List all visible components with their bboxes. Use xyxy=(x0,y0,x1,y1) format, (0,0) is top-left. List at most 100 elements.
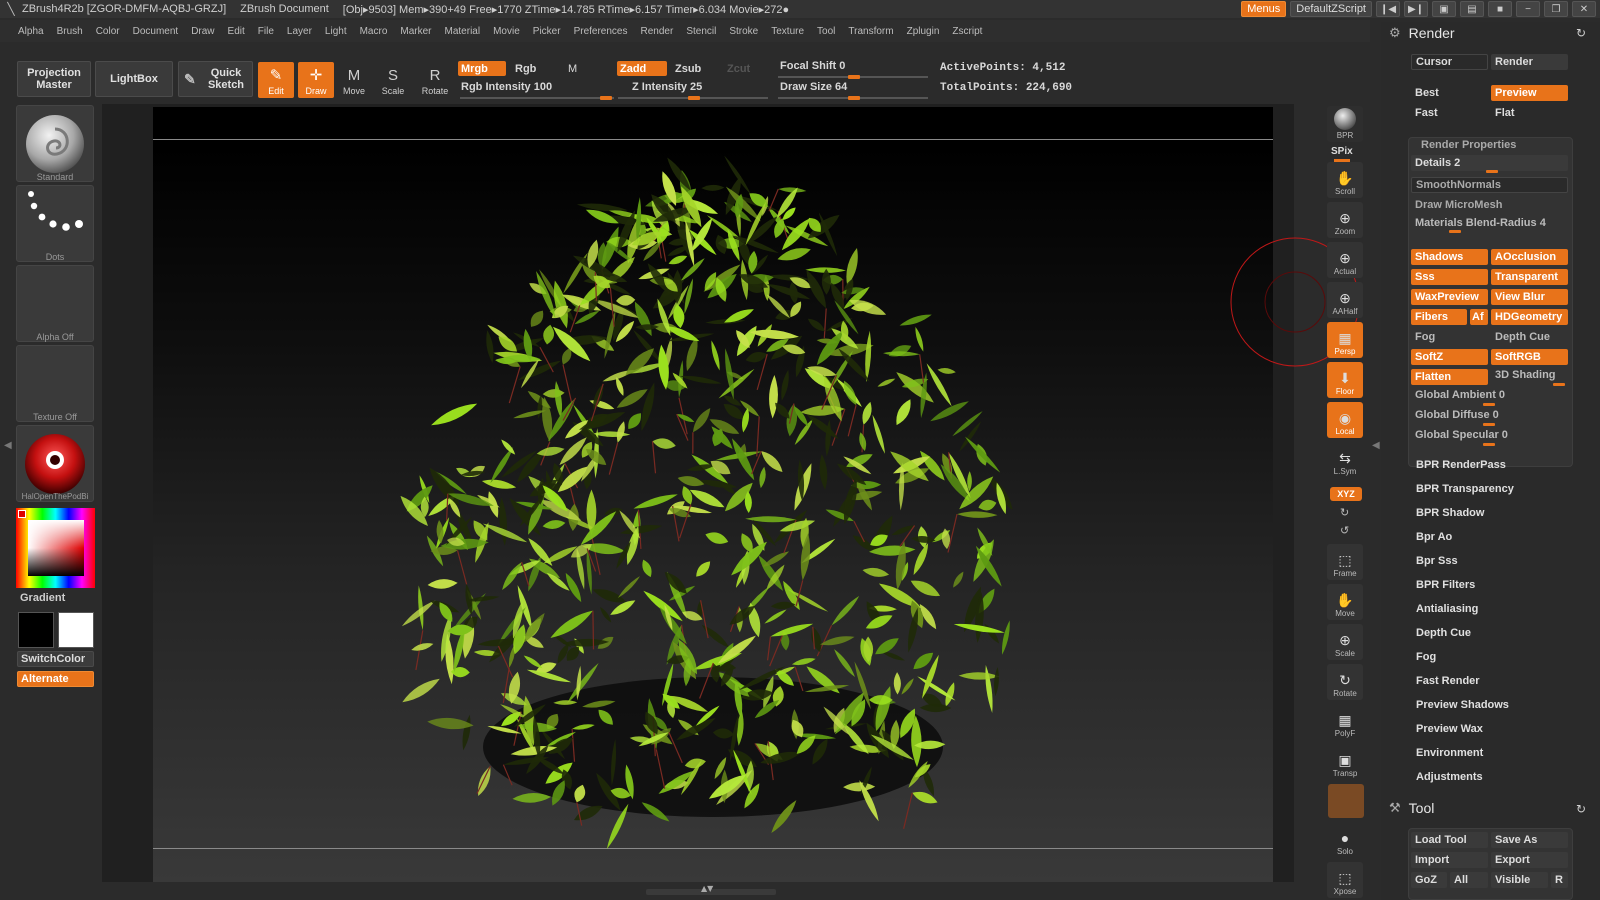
rotate-view-button[interactable]: ↻ Rotate xyxy=(1327,664,1363,700)
color-picker-square[interactable] xyxy=(28,520,84,576)
z-intensity-slider[interactable]: Z Intensity 25 xyxy=(632,81,702,93)
aahalf-button[interactable]: ⊕ AAHalf xyxy=(1327,282,1363,318)
menu-picker[interactable]: Picker xyxy=(533,26,561,37)
draw-mode-button[interactable]: ✛ Draw xyxy=(298,62,334,98)
smooth-normals-toggle[interactable]: SmoothNormals xyxy=(1411,177,1568,193)
menu-transform[interactable]: Transform xyxy=(848,26,893,37)
menu-file[interactable]: File xyxy=(258,26,274,37)
bottom-shelf-handle[interactable]: ▲▼ xyxy=(646,884,776,895)
global-ambient-slider[interactable]: Global Ambient 0 xyxy=(1411,387,1568,403)
edit-mode-button[interactable]: ✎ Edit xyxy=(258,62,294,98)
perspective-button[interactable]: ▦ Persp xyxy=(1327,322,1363,358)
layout-a-icon[interactable]: ▣ xyxy=(1432,1,1456,17)
goz-r-button[interactable]: R xyxy=(1551,872,1568,888)
softz-toggle[interactable]: SoftZ xyxy=(1411,349,1488,365)
hide-panel-right-icon[interactable]: ▶❙ xyxy=(1404,1,1428,17)
subpalette-fog[interactable]: Fog xyxy=(1416,651,1436,663)
aocclusion-toggle[interactable]: AOcclusion xyxy=(1491,249,1568,265)
menu-stroke[interactable]: Stroke xyxy=(729,26,758,37)
tool-refresh-icon[interactable]: ↻ xyxy=(1576,802,1586,816)
best-render-button[interactable]: Best xyxy=(1411,85,1488,101)
mrgb-toggle[interactable]: Mrgb xyxy=(458,61,506,76)
fog-toggle[interactable]: Fog xyxy=(1411,329,1488,345)
subpalette-bpr-shadow[interactable]: BPR Shadow xyxy=(1416,507,1484,519)
af-toggle[interactable]: Af xyxy=(1470,309,1488,325)
cursor-button[interactable]: Cursor xyxy=(1411,54,1488,70)
menu-zscript[interactable]: Zscript xyxy=(952,26,982,37)
menu-color[interactable]: Color xyxy=(96,26,120,37)
subpalette-environment[interactable]: Environment xyxy=(1416,747,1483,759)
menu-material[interactable]: Material xyxy=(445,26,481,37)
global-specular-knob[interactable] xyxy=(1483,443,1495,446)
details-knob[interactable] xyxy=(1486,170,1498,173)
global-specular-slider[interactable]: Global Specular 0 xyxy=(1411,427,1568,443)
subpalette-preview-wax[interactable]: Preview Wax xyxy=(1416,723,1483,735)
menu-light[interactable]: Light xyxy=(325,26,347,37)
load-tool-button[interactable]: Load Tool xyxy=(1411,832,1488,848)
menu-zplugin[interactable]: Zplugin xyxy=(907,26,940,37)
m-toggle[interactable]: M xyxy=(565,61,580,76)
move-view-button[interactable]: ✋ Move xyxy=(1327,584,1363,620)
goz-visible-button[interactable]: Visible xyxy=(1491,872,1548,888)
alternate-button[interactable]: Alternate xyxy=(17,671,94,687)
save-as-button[interactable]: Save As xyxy=(1491,832,1568,848)
move-mode-button[interactable]: M Move xyxy=(336,62,372,98)
rotate-mode-button[interactable]: R Rotate xyxy=(417,62,453,98)
waxpreview-toggle[interactable]: WaxPreview xyxy=(1411,289,1488,305)
scale-mode-button[interactable]: S Scale xyxy=(375,62,411,98)
subpalette-depth-cue[interactable]: Depth Cue xyxy=(1416,627,1471,639)
left-collapse-icon[interactable]: ◀ xyxy=(4,440,12,464)
draw-size-slider[interactable]: Draw Size 64 xyxy=(780,81,847,93)
menu-brush[interactable]: Brush xyxy=(57,26,83,37)
view-blur-toggle[interactable]: View Blur xyxy=(1491,289,1568,305)
menu-render[interactable]: Render xyxy=(641,26,674,37)
flat-render-button[interactable]: Flat xyxy=(1491,105,1568,121)
details-slider[interactable]: Details 2 xyxy=(1411,155,1568,171)
restore-icon[interactable]: ❐ xyxy=(1544,1,1568,17)
primary-color-swatch[interactable] xyxy=(58,612,94,648)
brush-selector[interactable] xyxy=(16,105,94,182)
layout-b-icon[interactable]: ▤ xyxy=(1460,1,1484,17)
right-collapse-icon[interactable]: ◀ xyxy=(1372,440,1380,464)
rotate-y-icon[interactable]: ↻ xyxy=(1340,506,1349,519)
focal-shift-slider[interactable]: Focal Shift 0 xyxy=(780,60,845,72)
rotate-z-icon[interactable]: ↺ xyxy=(1340,524,1349,537)
bpr-button[interactable]: BPR xyxy=(1327,106,1363,142)
render-refresh-icon[interactable]: ↻ xyxy=(1576,26,1586,40)
xyz-rotation-button[interactable]: XYZ xyxy=(1330,487,1362,501)
default-zscript-button[interactable]: DefaultZScript xyxy=(1290,1,1372,17)
menus-button[interactable]: Menus xyxy=(1241,1,1287,17)
frame-button[interactable]: ⬚ Frame xyxy=(1327,544,1363,580)
transparent-toggle[interactable]: Transparent xyxy=(1491,269,1568,285)
lightbox-button[interactable]: LightBox xyxy=(95,61,173,97)
transparency-button[interactable]: ▣ Transp xyxy=(1327,744,1363,780)
close-icon[interactable]: ✕ xyxy=(1572,1,1596,17)
subpalette-bpr-transparency[interactable]: BPR Transparency xyxy=(1416,483,1514,495)
material-selector[interactable] xyxy=(16,425,94,502)
rgb-intensity-knob[interactable] xyxy=(600,96,612,100)
floor-button[interactable]: ⬇ Floor xyxy=(1327,362,1363,398)
zadd-toggle[interactable]: Zadd xyxy=(617,61,667,76)
menu-texture[interactable]: Texture xyxy=(771,26,804,37)
subpalette-fast-render[interactable]: Fast Render xyxy=(1416,675,1480,687)
menu-layer[interactable]: Layer xyxy=(287,26,312,37)
z-intensity-knob[interactable] xyxy=(688,96,700,100)
global-ambient-knob[interactable] xyxy=(1483,403,1495,406)
fast-render-button[interactable]: Fast xyxy=(1411,105,1488,121)
sss-toggle[interactable]: Sss xyxy=(1411,269,1488,285)
render-button[interactable]: Render xyxy=(1491,54,1568,70)
switch-color-button[interactable]: SwitchColor xyxy=(17,651,94,667)
scroll-view-button[interactable]: ✋ Scroll xyxy=(1327,162,1363,198)
subpalette-preview-shadows[interactable]: Preview Shadows xyxy=(1416,699,1509,711)
global-diffuse-knob[interactable] xyxy=(1483,423,1495,426)
depth-cue-toggle[interactable]: Depth Cue xyxy=(1491,329,1568,345)
zsub-toggle[interactable]: Zsub xyxy=(672,61,704,76)
rgb-intensity-track[interactable] xyxy=(460,97,614,99)
polyframe-button[interactable]: ▦ PolyF xyxy=(1327,704,1363,740)
menu-preferences[interactable]: Preferences xyxy=(574,26,628,37)
menu-alpha[interactable]: Alpha xyxy=(18,26,44,37)
menu-movie[interactable]: Movie xyxy=(493,26,520,37)
xpose-button[interactable]: ⬚ Xpose xyxy=(1327,862,1363,898)
minimize-icon[interactable]: − xyxy=(1516,1,1540,17)
menu-document[interactable]: Document xyxy=(133,26,179,37)
